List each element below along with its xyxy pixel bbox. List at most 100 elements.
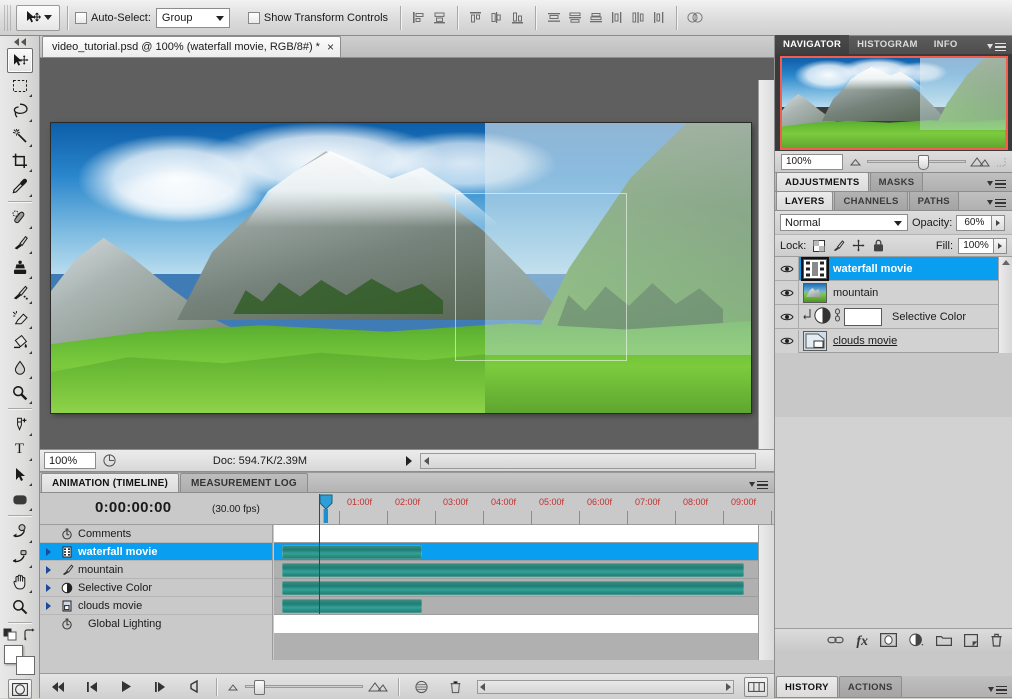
history-brush-tool[interactable] bbox=[7, 280, 33, 305]
align-top-edges-button[interactable] bbox=[465, 7, 486, 28]
add-layer-mask-button[interactable] bbox=[879, 632, 898, 650]
track-waterfall-movie[interactable] bbox=[274, 543, 758, 561]
tab-adjustments[interactable]: ADJUSTMENTS bbox=[776, 172, 869, 191]
distribute-vertical-centers-button[interactable] bbox=[564, 7, 585, 28]
timeline-horizontal-scrollbar[interactable] bbox=[477, 679, 734, 694]
disclosure-triangle-icon[interactable] bbox=[40, 547, 56, 556]
track-bar[interactable] bbox=[282, 599, 422, 613]
layer-list-scrollbar[interactable] bbox=[998, 257, 1012, 353]
layer-visibility-toggle[interactable] bbox=[775, 329, 799, 353]
zoom-tool[interactable] bbox=[7, 594, 33, 619]
disclosure-triangle-icon[interactable] bbox=[40, 601, 56, 610]
tab-measurement-log[interactable]: MEASUREMENT LOG bbox=[180, 473, 308, 492]
timeline-tracks[interactable] bbox=[274, 525, 758, 660]
track-global-lighting[interactable] bbox=[274, 615, 758, 633]
scroll-right-icon[interactable] bbox=[726, 682, 731, 691]
navigator-preview[interactable] bbox=[775, 55, 1012, 151]
convert-to-frame-animation-button[interactable] bbox=[744, 676, 768, 697]
show-transform-controls-checkbox[interactable] bbox=[247, 11, 260, 24]
align-horizontal-centers-button[interactable] bbox=[429, 7, 450, 28]
history-panel-menu-button[interactable] bbox=[988, 685, 1007, 694]
stopwatch-icon[interactable] bbox=[56, 528, 78, 540]
distribute-bottom-edges-button[interactable] bbox=[585, 7, 606, 28]
canvas-vertical-scrollbar[interactable] bbox=[758, 80, 774, 449]
scroll-up-icon[interactable] bbox=[1001, 260, 1010, 265]
navigator-zoom-input[interactable]: 100% bbox=[781, 153, 843, 170]
delete-layer-button[interactable] bbox=[990, 633, 1003, 650]
navigator-panel-menu-button[interactable] bbox=[987, 42, 1006, 51]
canvas-viewport[interactable] bbox=[40, 58, 774, 450]
path-selection-tool[interactable] bbox=[7, 462, 33, 487]
timeline-vertical-scrollbar[interactable] bbox=[758, 525, 774, 660]
hand-tool[interactable] bbox=[7, 569, 33, 594]
scroll-left-icon[interactable] bbox=[480, 682, 485, 691]
go-to-first-frame-button[interactable] bbox=[46, 677, 70, 697]
dodge-tool[interactable] bbox=[7, 380, 33, 405]
track-selective-color[interactable] bbox=[274, 579, 758, 597]
3d-rotate-tool[interactable] bbox=[7, 519, 33, 544]
timeline-row-comments[interactable]: Comments bbox=[40, 525, 272, 543]
adjustment-layer-thumbnail[interactable] bbox=[814, 306, 831, 327]
auto-align-layers-button[interactable] bbox=[684, 7, 705, 28]
align-left-edges-button[interactable] bbox=[408, 7, 429, 28]
rectangular-marquee-tool[interactable] bbox=[7, 73, 33, 98]
distribute-top-edges-button[interactable] bbox=[543, 7, 564, 28]
track-mountain[interactable] bbox=[274, 561, 758, 579]
track-bar[interactable] bbox=[282, 563, 744, 577]
tab-animation-timeline[interactable]: ANIMATION (TIMELINE) bbox=[41, 473, 180, 492]
playhead-handle[interactable] bbox=[319, 494, 333, 525]
tab-paths[interactable]: PATHS bbox=[908, 191, 959, 210]
3d-orbit-tool[interactable] bbox=[7, 544, 33, 569]
timeline-panel-menu-button[interactable] bbox=[749, 480, 768, 489]
preview-toggle-button[interactable] bbox=[96, 454, 122, 467]
tab-masks[interactable]: MASKS bbox=[869, 172, 924, 191]
document-horizontal-scrollbar[interactable] bbox=[420, 452, 756, 469]
delete-keyframes-button[interactable] bbox=[443, 677, 467, 697]
status-menu-button[interactable] bbox=[398, 455, 420, 466]
default-colors-icon[interactable] bbox=[3, 628, 17, 641]
document-tab[interactable]: video_tutorial.psd @ 100% (waterfall mov… bbox=[42, 36, 341, 57]
opacity-stepper[interactable] bbox=[992, 214, 1006, 231]
lock-transparent-pixels-button[interactable] bbox=[811, 238, 826, 253]
timeline-ruler[interactable]: 01:00f 02:00f 03:00f 04:00f 05:00f 06:00… bbox=[319, 493, 799, 525]
new-group-button[interactable] bbox=[936, 634, 952, 650]
distribute-horizontal-centers-button[interactable] bbox=[627, 7, 648, 28]
lock-position-button[interactable] bbox=[851, 238, 866, 253]
track-bar[interactable] bbox=[282, 581, 744, 595]
play-button[interactable] bbox=[114, 677, 138, 697]
new-layer-button[interactable] bbox=[964, 633, 979, 650]
distribute-left-edges-button[interactable] bbox=[606, 7, 627, 28]
quick-selection-tool[interactable] bbox=[7, 123, 33, 148]
brush-tool[interactable] bbox=[7, 230, 33, 255]
tab-info[interactable]: INFO bbox=[926, 35, 966, 54]
crop-tool[interactable] bbox=[7, 148, 33, 173]
select-next-frame-button[interactable] bbox=[148, 677, 172, 697]
timeline-row-clouds-movie[interactable]: clouds movie bbox=[40, 597, 272, 615]
gradient-tool[interactable] bbox=[7, 330, 33, 355]
layer-visibility-toggle[interactable] bbox=[775, 305, 799, 328]
zoom-slider-track[interactable] bbox=[245, 680, 363, 695]
link-layers-button[interactable] bbox=[827, 634, 844, 649]
tab-histogram[interactable]: HISTOGRAM bbox=[849, 35, 926, 54]
clone-stamp-tool[interactable] bbox=[7, 255, 33, 280]
tools-panel-collapse-button[interactable] bbox=[0, 36, 39, 48]
distribute-right-edges-button[interactable] bbox=[648, 7, 669, 28]
zoom-in-mountain-icon[interactable] bbox=[970, 156, 990, 167]
layer-row-clouds-movie[interactable]: clouds movie bbox=[775, 329, 1012, 353]
blur-tool[interactable] bbox=[7, 355, 33, 380]
layer-name[interactable]: mountain bbox=[833, 287, 878, 299]
lasso-tool[interactable] bbox=[7, 98, 33, 123]
link-mask-icon[interactable] bbox=[833, 308, 842, 325]
layer-row-mountain[interactable]: mountain bbox=[775, 281, 1012, 305]
transform-selection-bounds[interactable] bbox=[455, 193, 627, 361]
layer-visibility-toggle[interactable] bbox=[775, 257, 799, 280]
align-vertical-centers-button[interactable] bbox=[486, 7, 507, 28]
layers-panel-menu-button[interactable] bbox=[987, 198, 1006, 207]
navigator-slider-thumb[interactable] bbox=[918, 155, 930, 170]
auto-select-scope-select[interactable]: Group bbox=[155, 7, 230, 28]
fill-stepper[interactable] bbox=[994, 237, 1007, 254]
timeline-row-mountain[interactable]: mountain bbox=[40, 561, 272, 579]
timeline-row-waterfall-movie[interactable]: waterfall movie bbox=[40, 543, 272, 561]
layer-mask-thumbnail[interactable] bbox=[844, 307, 882, 326]
current-time-display[interactable]: 0:00:00:00 bbox=[95, 499, 171, 516]
